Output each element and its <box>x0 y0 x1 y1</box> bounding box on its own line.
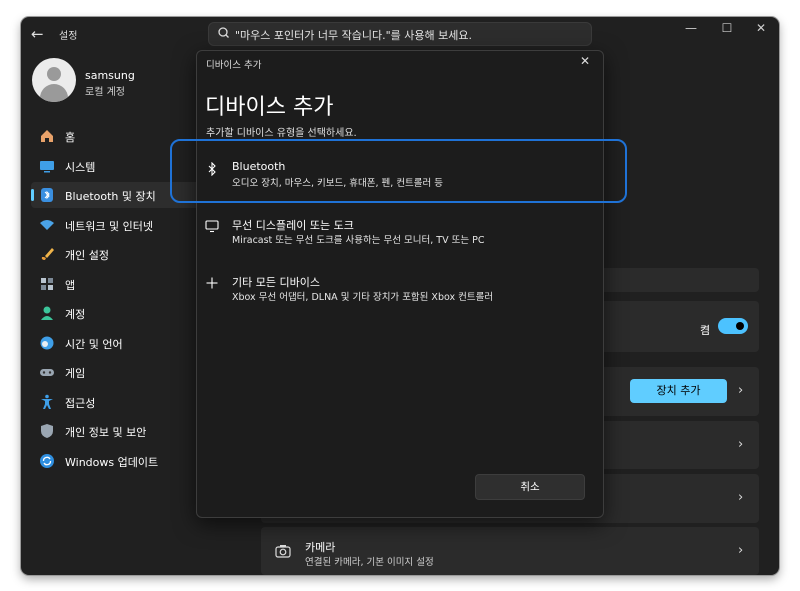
sidebar-item-label: 계정 <box>65 308 86 321</box>
option-other-devices[interactable]: 기타 모든 디바이스 Xbox 무선 어댑터, DLNA 및 기타 장치가 포함… <box>197 266 603 316</box>
sidebar-item-label: 네트워크 및 인터넷 <box>65 220 153 233</box>
option-subtitle: Miracast 또는 무선 도크를 사용하는 무선 모니터, TV 또는 PC <box>232 235 485 246</box>
minimize-button[interactable]: — <box>681 21 701 35</box>
sidebar-item-accounts[interactable]: 계정 <box>31 300 211 326</box>
sidebar-item-time-language[interactable]: 시간 및 언어 <box>31 330 211 356</box>
avatar[interactable] <box>32 58 76 102</box>
dialog-description: 추가할 디바이스 유형을 선택하세요. <box>206 128 357 139</box>
shield-icon <box>41 424 53 438</box>
sidebar-item-label: 시간 및 언어 <box>65 338 123 351</box>
sidebar-item-label: Windows 업데이트 <box>65 456 159 469</box>
option-wireless-display[interactable]: 무선 디스플레이 또는 도크 Miracast 또는 무선 도크를 사용하는 무… <box>197 209 603 259</box>
sidebar-item-label: Bluetooth 및 장치 <box>65 190 156 203</box>
search-box[interactable]: "마우스 포인터가 너무 작습니다."를 사용해 보세요. <box>208 22 592 46</box>
add-device-button[interactable]: 장치 추가 <box>630 379 727 403</box>
toggle-knob <box>736 322 744 330</box>
sidebar-item-windows-update[interactable]: Windows 업데이트 <box>31 448 211 474</box>
settings-window: ← 설정 "마우스 포인터가 너무 작습니다."를 사용해 보세요. — ☐ ✕… <box>21 17 779 575</box>
chevron-right-icon[interactable]: › <box>738 543 743 558</box>
sidebar-item-gaming[interactable]: 게임 <box>31 359 211 385</box>
system-icon <box>40 161 54 173</box>
chevron-right-icon[interactable]: › <box>738 490 743 505</box>
plus-icon <box>206 277 218 289</box>
toggle-state-label: 켬 <box>700 324 711 337</box>
dialog-bar-title: 디바이스 추가 <box>206 60 262 71</box>
update-icon <box>40 454 54 468</box>
maximize-button[interactable]: ☐ <box>717 21 737 35</box>
option-title: 무선 디스플레이 또는 도크 <box>232 219 354 232</box>
option-bluetooth[interactable]: Bluetooth 오디오 장치, 마우스, 키보드, 휴대폰, 펜, 컨트롤러… <box>197 151 603 201</box>
chevron-right-icon[interactable]: › <box>738 383 743 398</box>
close-icon[interactable]: ✕ <box>580 54 590 68</box>
camera-card[interactable]: 카메라 연결된 카메라, 기본 이미지 설정 › <box>261 527 759 575</box>
apps-icon <box>41 278 53 290</box>
network-icon <box>40 220 54 230</box>
camera-subtitle: 연결된 카메라, 기본 이미지 설정 <box>305 557 434 568</box>
sidebar-item-label: 개인 설정 <box>65 249 109 262</box>
option-title: 기타 모든 디바이스 <box>232 276 320 289</box>
sidebar-item-label: 게임 <box>65 367 86 380</box>
sidebar-item-label: 시스템 <box>65 161 96 174</box>
option-subtitle: Xbox 무선 어댑터, DLNA 및 기타 장치가 포함된 Xbox 컨트롤러 <box>232 292 494 303</box>
add-device-dialog: 디바이스 추가 ✕ 디바이스 추가 추가할 디바이스 유형을 선택하세요. Bl… <box>170 50 627 518</box>
bluetooth-icon <box>41 188 53 202</box>
brush-icon <box>41 248 54 260</box>
bluetooth-toggle[interactable] <box>718 318 748 334</box>
close-button[interactable]: ✕ <box>751 21 771 35</box>
camera-title: 카메라 <box>305 541 336 554</box>
home-icon <box>41 130 53 142</box>
gaming-icon <box>40 369 54 376</box>
monitor-icon <box>205 220 219 233</box>
search-input[interactable]: "마우스 포인터가 너무 작습니다."를 사용해 보세요. <box>235 27 472 43</box>
option-subtitle: 오디오 장치, 마우스, 키보드, 휴대폰, 펜, 컨트롤러 등 <box>232 178 444 189</box>
sidebar-item-label: 홈 <box>65 131 76 144</box>
user-account-type: 로컬 계정 <box>85 87 125 98</box>
app-title: 설정 <box>59 31 78 42</box>
sidebar-item-personalization[interactable]: 개인 설정 <box>31 241 211 267</box>
chevron-right-icon[interactable]: › <box>738 437 743 452</box>
sidebar-item-label: 개인 정보 및 보안 <box>65 426 147 439</box>
time-language-icon <box>40 336 54 350</box>
bluetooth-icon <box>208 162 216 176</box>
avatar-body <box>40 84 68 102</box>
back-arrow-icon[interactable]: ← <box>31 25 44 43</box>
option-title: Bluetooth <box>232 160 286 173</box>
sidebar-item-privacy[interactable]: 개인 정보 및 보안 <box>31 418 211 444</box>
sidebar-item-apps[interactable]: 앱 <box>31 271 211 297</box>
avatar-head <box>47 67 61 81</box>
sidebar-item-network[interactable]: 네트워크 및 인터넷 <box>31 212 211 238</box>
search-icon <box>217 26 229 41</box>
account-icon <box>41 306 53 320</box>
dialog-heading: 디바이스 추가 <box>205 95 334 120</box>
accessibility-icon <box>41 394 53 409</box>
sidebar-item-label: 앱 <box>65 279 76 292</box>
camera-icon <box>275 545 291 558</box>
cancel-button[interactable]: 취소 <box>475 474 585 500</box>
user-name: samsung <box>85 69 135 82</box>
selection-indicator <box>31 189 34 201</box>
sidebar-item-accessibility[interactable]: 접근성 <box>31 389 211 415</box>
sidebar-item-label: 접근성 <box>65 397 96 410</box>
